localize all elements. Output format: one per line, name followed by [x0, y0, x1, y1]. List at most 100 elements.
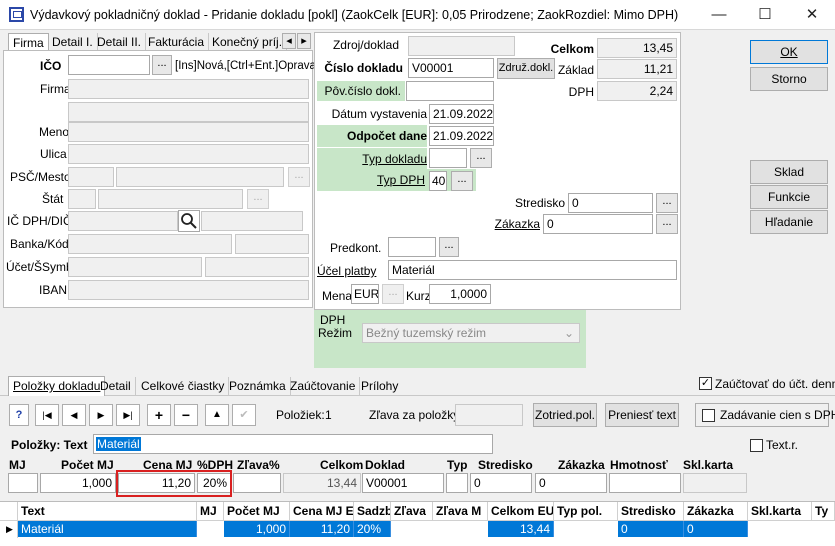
ssymb-field[interactable]	[205, 257, 309, 277]
zakazka-lookup-button[interactable]: ...	[656, 214, 678, 234]
hladanie-button[interactable]: Hľadanie	[750, 210, 828, 234]
iban-field[interactable]	[68, 280, 309, 300]
move-up-icon[interactable]: ▲	[205, 404, 229, 426]
storno-button[interactable]: Storno	[750, 67, 828, 91]
tab-polozky-dokladu[interactable]: Položky dokladu	[8, 376, 106, 396]
grid-hdr-typ-pol[interactable]: Typ pol.	[554, 502, 618, 521]
maximize-icon[interactable]: ☐	[742, 0, 788, 30]
tab-scroll-right-icon[interactable]: ▸	[297, 33, 311, 49]
tab-fakturacia[interactable]: Fakturácia	[144, 33, 210, 51]
grid-hdr-stredisko[interactable]: Stredisko	[618, 502, 684, 521]
table-row[interactable]: ▶ Materiál 1,000 11,20 20% 13,44 0 0	[0, 521, 835, 538]
tab-detail-1[interactable]: Detail I.	[48, 33, 98, 51]
tab-celkove-ciastky[interactable]: Celkové čiastky	[137, 377, 230, 395]
tab-konecny-prij[interactable]: Konečný príj.	[208, 33, 288, 51]
kurz-input[interactable]: 1,0000	[429, 284, 491, 304]
stat-name-field[interactable]	[98, 189, 243, 209]
firma-field[interactable]	[68, 79, 309, 99]
typdph-lookup-button[interactable]: ...	[451, 171, 473, 191]
tab-detail-2[interactable]: Detail II.	[93, 33, 147, 51]
ucel-input[interactable]: Materiál	[388, 260, 677, 280]
stat-lookup-button[interactable]: ...	[247, 189, 269, 209]
stredisko-lookup-button[interactable]: ...	[656, 193, 678, 213]
tab-prilohy[interactable]: Prílohy	[357, 377, 402, 395]
sklad-button[interactable]: Sklad	[750, 160, 828, 184]
tab-poznamka[interactable]: Poznámka	[225, 377, 291, 395]
stredisko-input[interactable]: 0	[568, 193, 653, 213]
grid-hdr-text[interactable]: Text	[18, 502, 197, 521]
mena-lookup-button[interactable]: ...	[382, 284, 404, 304]
predkont-lookup-button[interactable]: ...	[439, 237, 459, 257]
zdroj-field[interactable]	[408, 36, 515, 56]
next-record-icon[interactable]: ▶	[89, 404, 113, 426]
mena-input[interactable]: EUR	[351, 284, 379, 304]
edit-skl-karta-input[interactable]	[683, 473, 747, 493]
mesto-lookup-button[interactable]: ...	[288, 167, 310, 187]
mesto-field[interactable]	[116, 167, 284, 187]
first-record-icon[interactable]: |◀	[35, 404, 59, 426]
typdph-input[interactable]: 40	[429, 171, 447, 191]
preniest-button[interactable]: Preniesť text	[605, 403, 679, 427]
grid-hdr-typ[interactable]: Ty	[812, 502, 835, 521]
help-icon[interactable]: ?	[9, 404, 29, 426]
edit-mj-input[interactable]	[8, 473, 38, 493]
datum-input[interactable]: 21.09.2022	[429, 104, 494, 124]
close-icon[interactable]: ✕	[789, 0, 835, 30]
grid-hdr-celkom[interactable]: Celkom EU	[488, 502, 554, 521]
meno-field[interactable]	[68, 122, 309, 142]
grid-hdr-zlava-m[interactable]: Zľava M	[433, 502, 488, 521]
search-icon[interactable]	[178, 210, 200, 232]
rezim-select[interactable]: Bežný tuzemský režim ⌄	[362, 323, 580, 343]
zotried-button[interactable]: Zotried.pol.	[533, 403, 597, 427]
edit-zlava-input[interactable]	[233, 473, 281, 493]
tab-scroll-left-icon[interactable]: ◂	[282, 33, 296, 49]
tab-detail[interactable]: Detail	[96, 377, 136, 395]
ok-button[interactable]: OK	[750, 40, 828, 64]
edit-hmotnost-input[interactable]	[609, 473, 681, 493]
ico-input[interactable]	[68, 55, 150, 75]
zadavanie-box[interactable]: Zadávanie cien s DPH	[695, 403, 835, 427]
stat-code-field[interactable]	[68, 189, 96, 209]
typ-input[interactable]	[429, 148, 467, 168]
edit-pocet-input[interactable]: 1,000	[40, 473, 116, 493]
predkont-input[interactable]	[388, 237, 436, 257]
ico-lookup-button[interactable]: ...	[152, 55, 172, 75]
icdph-field[interactable]	[68, 211, 178, 231]
zadavanie-checkbox[interactable]	[702, 409, 715, 422]
odpocet-input[interactable]: 21.09.2022	[429, 126, 494, 146]
ulica-field[interactable]	[68, 144, 309, 164]
tab-firma[interactable]: Firma	[8, 33, 49, 51]
tab-zauctovanie[interactable]: Zaúčtovanie	[286, 377, 361, 395]
grid-hdr-pocet[interactable]: Počet MJ	[224, 502, 290, 521]
pov-input[interactable]	[406, 81, 494, 101]
grid-hdr-zlava[interactable]: Zľava	[391, 502, 433, 521]
last-record-icon[interactable]: ▶|	[116, 404, 140, 426]
psc-field[interactable]	[68, 167, 114, 187]
dic-field[interactable]	[201, 211, 303, 231]
grid-hdr-skl-karta[interactable]: Skl.karta	[748, 502, 812, 521]
edit-stredisko-input[interactable]: 0	[470, 473, 532, 493]
zakazka-input[interactable]: 0	[543, 214, 653, 234]
confirm-icon[interactable]: ✔	[232, 404, 256, 426]
ucet-field[interactable]	[68, 257, 202, 277]
cislo-input[interactable]: V00001	[408, 58, 494, 78]
grid-hdr-cena[interactable]: Cena MJ E	[290, 502, 354, 521]
add-row-icon[interactable]: +	[147, 404, 171, 426]
typ-lookup-button[interactable]: ...	[470, 148, 492, 168]
firma-field-2[interactable]	[68, 102, 309, 122]
funkcie-button[interactable]: Funkcie	[750, 185, 828, 209]
kod-field[interactable]	[235, 234, 309, 254]
textr-checkbox[interactable]	[750, 439, 763, 452]
zauctovat-checkbox[interactable]: ✓	[699, 377, 712, 390]
polozky-text-input[interactable]: Materiál	[93, 434, 493, 454]
edit-zakazka-input[interactable]: 0	[535, 473, 607, 493]
remove-row-icon[interactable]: −	[174, 404, 198, 426]
edit-doklad-input[interactable]: V00001	[362, 473, 444, 493]
edit-typ-input[interactable]	[446, 473, 468, 493]
prev-record-icon[interactable]: ◀	[62, 404, 86, 426]
grid-hdr-zakazka[interactable]: Zákazka	[684, 502, 748, 521]
minimize-icon[interactable]: —	[696, 0, 742, 30]
grid-hdr-mj[interactable]: MJ	[197, 502, 224, 521]
banka-field[interactable]	[68, 234, 232, 254]
grid-hdr-sadzba[interactable]: Sadzb	[354, 502, 391, 521]
